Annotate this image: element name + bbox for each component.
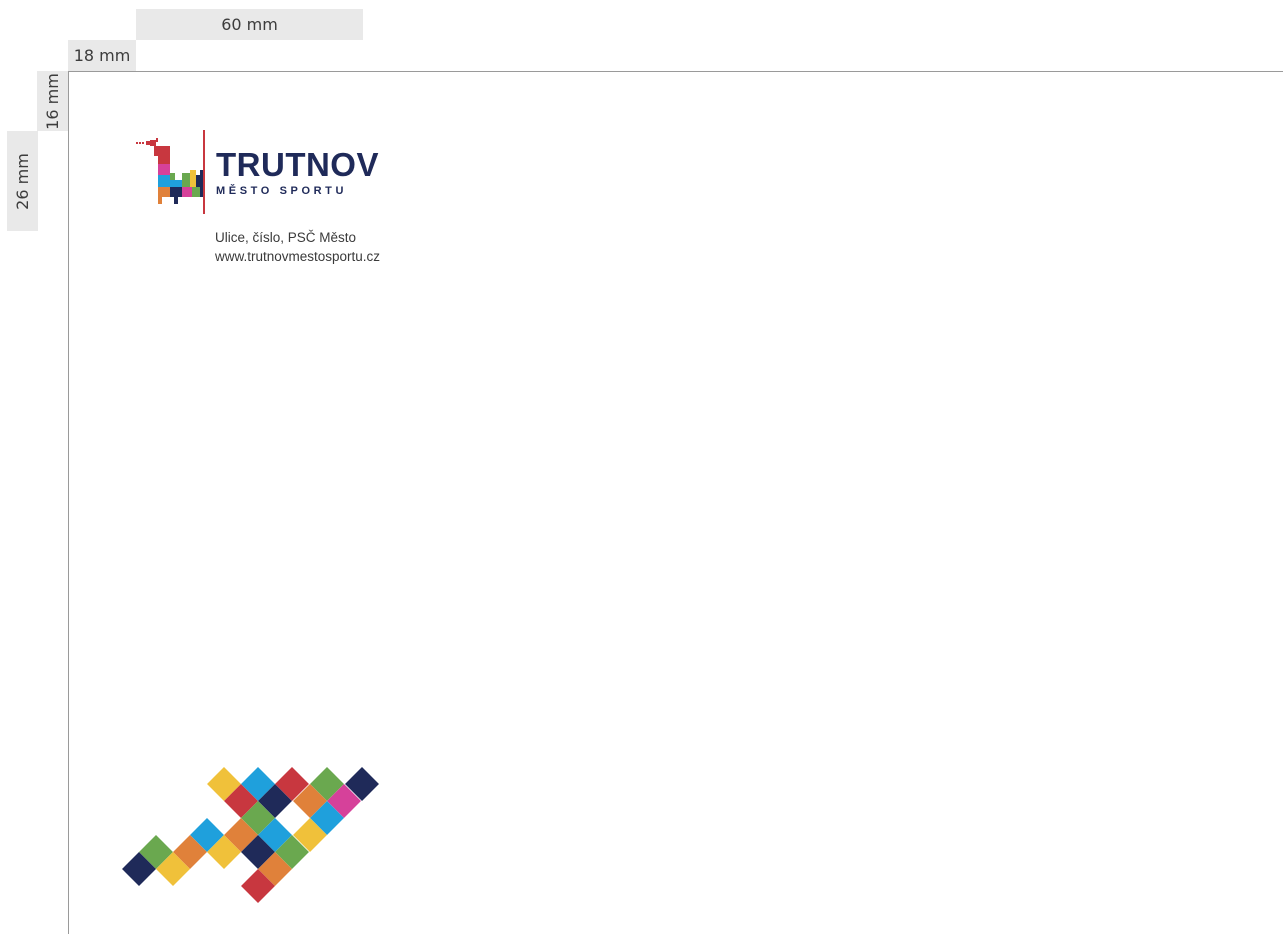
dimension-logo-height: 26 mm <box>7 131 38 231</box>
dimension-top-width: 60 mm <box>136 9 363 40</box>
logo-title: TRUTNOV <box>216 146 379 183</box>
dimension-top-margin: 16 mm <box>37 71 68 131</box>
address-line-street: Ulice, číslo, PSČ Město <box>215 230 357 245</box>
dimension-left-margin: 18 mm <box>68 40 136 71</box>
logo-divider <box>203 130 205 214</box>
decorative-diamond-pattern <box>122 767 379 903</box>
logo-subtitle: MĚSTO SPORTU <box>216 185 348 197</box>
address-block: Ulice, číslo, PSČ Město www.trutnovmesto… <box>215 228 380 266</box>
page-left-edge <box>68 71 69 934</box>
address-line-web: www.trutnovmestosportu.cz <box>215 249 381 264</box>
page-top-edge <box>68 71 1283 72</box>
